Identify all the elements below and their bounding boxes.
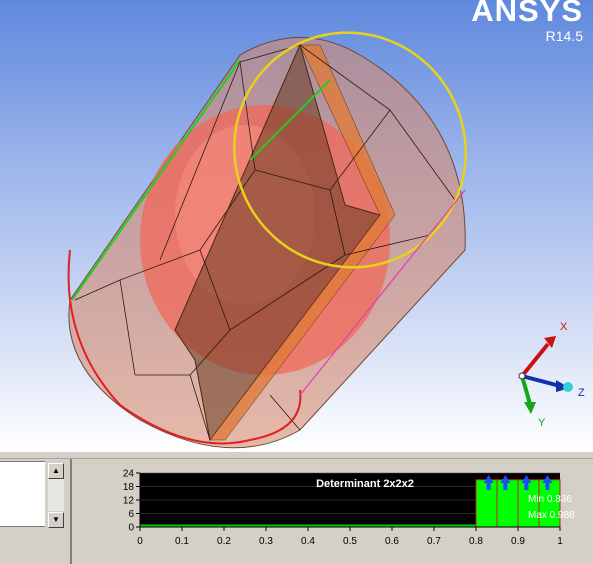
z-axis-label: Z [578, 387, 585, 399]
histogram-bar[interactable] [475, 479, 498, 528]
x-tick-label: 0.2 [217, 536, 231, 547]
axis-triad[interactable]: X Z Y [500, 318, 593, 430]
histogram-title: Determinant 2x2x2 [316, 478, 414, 490]
x-tick-label: 0.9 [511, 536, 525, 547]
y-axis-head [524, 402, 536, 414]
iso-view-ball[interactable] [563, 382, 573, 392]
release-label: R14.5 [545, 28, 583, 44]
scrollbar-track[interactable] [48, 479, 64, 511]
x-tick-label: 0.5 [343, 536, 357, 547]
min-value-label: Min 0.836 [528, 494, 572, 505]
x-tick-label: 1 [557, 536, 563, 547]
y-tick-label: 12 [123, 496, 135, 507]
y-axis-arrow [520, 375, 532, 405]
triad-origin [518, 372, 526, 380]
y-tick-label: 18 [123, 482, 135, 493]
x-axis-label: X [560, 321, 568, 333]
x-tick-label: 0 [137, 536, 143, 547]
brand-name: ANSYS [471, 0, 583, 28]
x-tick-label: 0.6 [385, 536, 399, 547]
details-panel: ▲ ▼ [0, 459, 72, 564]
mesh-metrics-histogram[interactable]: 0 6 12 18 24 0 0.1 0.2 0.3 0.4 0.5 0.6 0.7 0.8 0.9 1 D… [110, 459, 593, 564]
max-value-label: Max 0.988 [528, 510, 575, 521]
x-axis-arrow [520, 342, 550, 378]
panel-splitter[interactable] [0, 452, 593, 459]
y-axis-label: Y [538, 417, 546, 429]
ansys-logo: ANSYS R14.5 [471, 0, 583, 44]
x-tick-label: 0.8 [469, 536, 483, 547]
y-tick-label: 24 [123, 469, 135, 480]
quality-marker-stem [503, 482, 508, 490]
graphics-viewport[interactable]: ANSYS R14.5 X Z Y [0, 0, 593, 452]
quality-marker-stem [524, 482, 529, 490]
scroll-down-button[interactable]: ▼ [48, 512, 64, 528]
y-tick-label: 0 [128, 523, 134, 534]
x-tick-label: 0.1 [175, 536, 189, 547]
x-tick-label: 0.3 [259, 536, 273, 547]
z-axis-arrow [521, 374, 561, 388]
y-tick-label: 6 [128, 509, 134, 520]
quality-marker-stem [486, 482, 491, 490]
message-text-box[interactable] [0, 461, 45, 527]
x-tick-label: 0.4 [301, 536, 315, 547]
x-tick-label: 0.7 [427, 536, 441, 547]
histogram-bar[interactable] [496, 479, 519, 528]
scroll-up-button[interactable]: ▲ [48, 463, 64, 479]
quality-marker-stem [545, 482, 550, 490]
